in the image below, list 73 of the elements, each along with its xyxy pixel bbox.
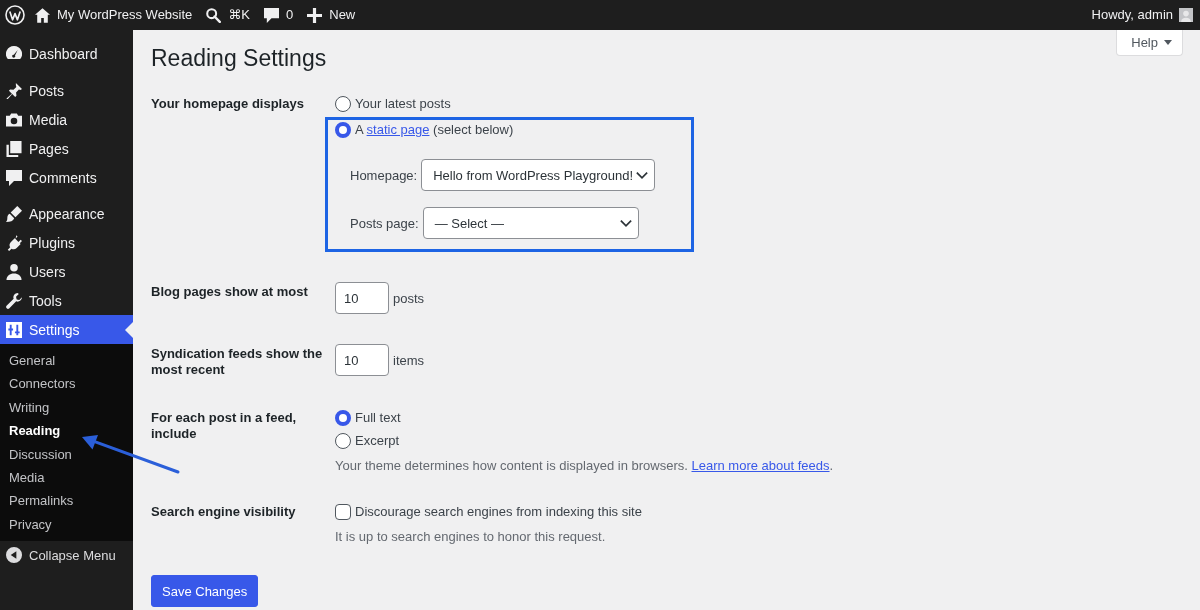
setting-label: For each post in a feed, include: [151, 409, 298, 442]
account-menu[interactable]: Howdy, admin: [1091, 0, 1193, 30]
setting-label: Syndication feeds show the most recent: [151, 345, 324, 378]
wrench-icon: [6, 292, 22, 309]
menu-item[interactable]: Pages: [0, 134, 133, 164]
submenu-item[interactable]: Media: [0, 465, 133, 490]
menu-item[interactable]: Comments: [0, 163, 133, 192]
unit-label: posts: [393, 290, 425, 306]
submenu-item[interactable]: Connectors: [0, 372, 133, 396]
setting-label: Blog pages show at most: [151, 283, 309, 300]
menu-item[interactable]: Dashboard: [0, 40, 133, 69]
radio-label: Excerpt: [355, 432, 400, 450]
menu-item[interactable]: Appearance: [0, 200, 133, 229]
text-link[interactable]: static page: [366, 122, 430, 137]
checkbox-label: Discourage search engines from indexing this site: [355, 503, 642, 521]
site-name-link[interactable]: My WordPress Website: [35, 0, 193, 30]
chevron-down-icon: [636, 171, 649, 179]
plug-icon: [6, 235, 22, 252]
home-icon: [35, 7, 50, 23]
radio-label: Your latest posts: [355, 95, 451, 113]
submenu-item[interactable]: Writing: [0, 395, 133, 420]
page-title: Reading Settings: [151, 44, 327, 73]
radio-label: A static page (select below): [355, 121, 514, 139]
number-field[interactable]: 10: [335, 344, 389, 376]
menu-item[interactable]: Plugins: [0, 228, 133, 258]
menu-item[interactable]: Posts: [0, 76, 133, 106]
logo-icon[interactable]: [5, 5, 25, 25]
menu-item[interactable]: Settings: [0, 315, 133, 344]
radio-button[interactable]: [335, 410, 351, 426]
comments-link[interactable]: 0: [264, 0, 294, 30]
description-text: Your theme determines how content is displayed in browsers. Learn more about feeds.: [335, 457, 834, 475]
submenu-item[interactable]: General: [0, 348, 133, 373]
comment-icon: [6, 169, 22, 186]
setting-label: Search engine visibility: [151, 503, 297, 520]
field-label: Posts page:: [350, 215, 419, 231]
radio-label: Full text: [355, 409, 401, 427]
documents-icon: [6, 140, 22, 157]
submenu-item[interactable]: Privacy: [0, 512, 133, 537]
submenu-item[interactable]: Permalinks: [0, 489, 133, 513]
submenu-item[interactable]: Discussion: [0, 442, 133, 466]
brush-icon: [6, 206, 22, 223]
pin-icon: [6, 83, 22, 100]
number-field[interactable]: 10: [335, 282, 389, 314]
radio-button[interactable]: [335, 96, 351, 112]
select-field[interactable]: — Select —: [422, 207, 639, 239]
collapse-icon: [6, 547, 22, 564]
text-link[interactable]: Learn more about feeds: [691, 458, 830, 473]
radio-button[interactable]: [335, 122, 351, 138]
sliders-icon: [6, 321, 22, 338]
save-changes-button[interactable]: Save Changes: [151, 575, 259, 607]
avatar-icon: [1179, 8, 1193, 22]
setting-label: Your homepage displays: [151, 95, 305, 112]
new-content-link[interactable]: New: [307, 0, 356, 30]
submenu-item[interactable]: Reading: [0, 419, 133, 443]
field-label: Homepage:: [350, 167, 418, 183]
select-field[interactable]: Hello from WordPress Playground!: [421, 159, 656, 191]
menu-item[interactable]: Media: [0, 105, 133, 135]
comment-icon: [264, 7, 279, 23]
user-icon: [6, 263, 22, 280]
description-text: It is up to search engines to honor this request.: [335, 528, 606, 546]
help-button[interactable]: Help: [1116, 30, 1183, 56]
plus-icon: [307, 7, 323, 23]
menu-item[interactable]: Users: [0, 257, 133, 287]
menu-item[interactable]: Tools: [0, 286, 133, 316]
search-button[interactable]: ⌘K: [206, 0, 250, 30]
checkbox[interactable]: [335, 504, 351, 520]
search-icon: [206, 7, 222, 23]
camera-icon: [6, 112, 22, 128]
caret-down-icon: [1164, 40, 1172, 45]
unit-label: items: [393, 352, 425, 368]
collapse-menu-button[interactable]: Collapse Menu: [0, 541, 133, 570]
radio-button[interactable]: [335, 433, 351, 449]
chevron-down-icon: [619, 219, 632, 227]
